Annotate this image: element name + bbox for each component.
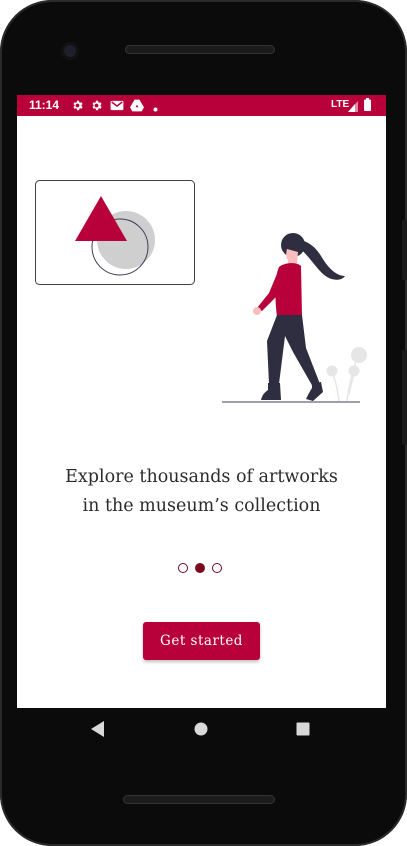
front-camera (61, 42, 79, 60)
volume-button (402, 220, 407, 280)
gear-icon (73, 100, 83, 111)
page-indicator (178, 563, 226, 575)
earpiece-speaker (125, 45, 275, 54)
bottom-speaker (123, 795, 275, 804)
app-screen: 11:14 LTE Explore thousands of artworks … (17, 95, 386, 708)
page-dot-2-active[interactable] (195, 563, 205, 573)
page-dot-1[interactable] (178, 563, 188, 573)
home-icon[interactable] (194, 722, 208, 736)
status-bar: 11:14 LTE (17, 95, 386, 116)
drive-icon (130, 99, 144, 112)
gmail-icon (110, 100, 124, 111)
status-time: 11:14 (29, 98, 60, 112)
back-icon[interactable] (91, 721, 105, 737)
navigation-bar (0, 708, 407, 750)
page-dot-3[interactable] (212, 563, 222, 573)
artwork-frame (35, 180, 195, 285)
get-started-button[interactable]: Get started (143, 622, 260, 660)
phone-frame: 11:14 LTE Explore thousands of artworks … (0, 0, 407, 846)
headline-line-2: in the museum’s collection (82, 496, 321, 516)
headline-line-1: Explore thousands of artworks (65, 467, 338, 487)
plant (326, 347, 367, 402)
onboarding-illustration (35, 180, 367, 403)
onboarding-headline: Explore thousands of artworks in the mus… (17, 463, 386, 521)
signal-icon (348, 101, 358, 112)
gear-icon (92, 100, 102, 111)
woman-figure (222, 233, 367, 403)
network-type: LTE (331, 99, 350, 110)
recents-icon[interactable] (296, 722, 310, 736)
power-button (402, 350, 407, 445)
dot-icon (153, 107, 158, 112)
battery-icon (364, 98, 371, 111)
